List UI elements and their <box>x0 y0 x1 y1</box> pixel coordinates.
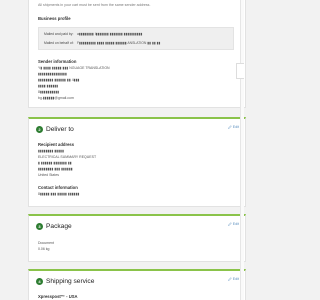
profile-key: Mailed and paid by: <box>44 32 74 36</box>
sender-line: 8▮▮▮▮▮▮▮▮▮▮ <box>38 90 60 94</box>
profile-key: Mailed on behalf of: <box>44 41 74 45</box>
sender-line: ▮▮▮▮▮▮▮▮ ▮▮▮▮▮▮ ▮▮ 4▮▮▮ <box>38 78 80 82</box>
contact-information-label: Contact information <box>38 185 78 190</box>
recipient-line: ▮▮▮▮▮▮▮▮ ▮▮▮▮▮ <box>38 149 65 153</box>
profile-row-paid-by: Mailed and paid by: a▮▮▮▮▮▮▮▮ I▮▮▮▮▮▮▮ ▮… <box>44 32 142 36</box>
package-weight: 0.06 kg <box>38 247 50 251</box>
recipient-line: United States <box>38 173 60 177</box>
edit-shipping-link[interactable]: Edit <box>227 277 239 281</box>
business-profile-box: Mailed and paid by: a▮▮▮▮▮▮▮▮ I▮▮▮▮▮▮▮ ▮… <box>38 27 234 50</box>
shipping-service-card: 4 Shipping service Edit Xpresspost™ - US… <box>28 269 246 300</box>
sender-line: bg.▮▮▮▮▮▮@gmail.com <box>38 96 74 100</box>
recipient-line: ▮▮▮▮▮▮▮▮ ▮▮▮ ▮▮▮▮▮▮ <box>38 167 73 171</box>
edit-label: Edit <box>232 222 239 226</box>
right-sidebar-edge <box>240 0 244 300</box>
shipping-service-title: Shipping service <box>46 278 95 285</box>
edit-deliver-link[interactable]: Edit <box>227 125 239 129</box>
step-number-badge: 2 <box>36 126 43 133</box>
sender-line: ▮▮▮▮▮▮▮▮▮▮▮▮▮▮▮ <box>38 72 67 76</box>
edit-label: Edit <box>232 277 239 281</box>
business-profile-label: Business profile <box>38 16 71 21</box>
sender-line: Y▮ ▮▮▮▮ ▮▮▮▮▮ ▮▮▮ NGUAGE TRANSLATION <box>38 66 110 70</box>
contact-line: 8▮▮▮▮▮ ▮▮▮ ▮▮▮▮▮ ▮▮▮▮▮▮ <box>38 192 80 196</box>
package-header: 3 Package <box>36 222 72 231</box>
package-card: 3 Package Edit Document 0.06 kg <box>28 214 246 262</box>
package-type: Document <box>38 241 54 245</box>
same-address-note: All shipments in your cart must be sent … <box>38 3 151 7</box>
step-number-badge: 3 <box>36 223 43 230</box>
side-panel-tab[interactable] <box>236 63 244 79</box>
sender-information-label: Sender information <box>38 59 77 64</box>
recipient-line: ▮ ▮▮▮▮▮▮ ▮▮▮▮▮▮▮ ▮▮ <box>38 161 72 165</box>
pencil-icon <box>227 125 232 129</box>
profile-row-on-behalf-of: Mailed on behalf of: F▮▮▮▮▮▮▮▮▮ ▮▮▮▮ ▮▮▮… <box>44 41 160 45</box>
deliver-to-title: Deliver to <box>46 126 74 133</box>
step-number-badge: 4 <box>36 278 43 285</box>
edit-package-link[interactable]: Edit <box>227 222 239 226</box>
profile-value: F▮▮▮▮▮▮▮▮▮ ▮▮▮▮ ▮▮▮▮▮ ▮▮▮▮▮▮ ANSLATION ▮… <box>76 41 161 45</box>
sender-line: ▮▮▮▮ ▮▮▮▮▮▮ <box>38 84 59 88</box>
edit-label: Edit <box>232 125 239 129</box>
deliver-to-card: 2 Deliver to Edit Recipient address ▮▮▮▮… <box>28 117 246 207</box>
package-title: Package <box>46 223 72 230</box>
shipping-service-name: Xpresspost™ - USA <box>38 294 78 299</box>
recipient-line: ELECTRICAL SUMMARY REQUEST <box>38 155 97 159</box>
deliver-to-header: 2 Deliver to <box>36 125 74 134</box>
shipping-service-header: 4 Shipping service <box>36 277 94 286</box>
profile-value: a▮▮▮▮▮▮▮▮ I▮▮▮▮▮▮▮ ▮▮▮▮▮▮▮ ▮▮▮▮▮▮▮▮▮▮ <box>76 32 143 36</box>
pencil-icon <box>227 277 232 281</box>
sender-card: All shipments in your cart must be sent … <box>28 0 246 108</box>
recipient-address-label: Recipient address <box>38 142 75 147</box>
page: All shipments in your cart must be sent … <box>0 0 246 300</box>
pencil-icon <box>227 222 232 226</box>
